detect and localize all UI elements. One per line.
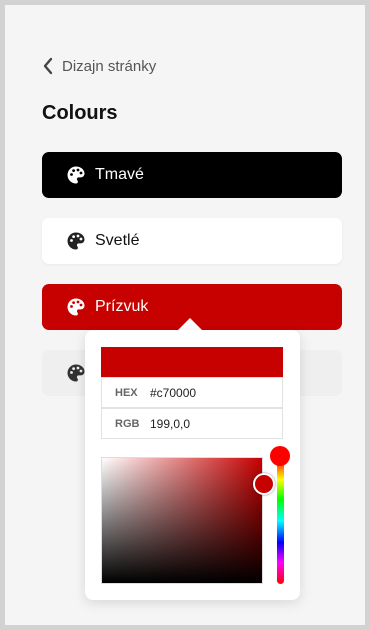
app-frame: Dizajn stránky Colours Tmavé Svetlé Príz… (0, 0, 370, 630)
rgb-label: RGB (115, 417, 140, 430)
saturation-value-handle[interactable] (253, 473, 275, 495)
color-preview-swatch (101, 347, 283, 377)
chevron-left-icon (43, 57, 53, 75)
color-picker-popover: HEX #c70000 RGB 199,0,0 (85, 330, 300, 600)
hex-value[interactable]: #c70000 (150, 386, 196, 400)
rgb-value[interactable]: 199,0,0 (150, 417, 190, 431)
palette-icon (66, 363, 86, 383)
hex-label: HEX (115, 386, 138, 399)
theme-light-button[interactable]: Svetlé (42, 218, 342, 264)
rgb-field[interactable]: RGB 199,0,0 (101, 408, 283, 439)
palette-icon (66, 231, 86, 251)
palette-icon (66, 165, 86, 185)
theme-dark-button[interactable]: Tmavé (42, 152, 342, 198)
hue-slider[interactable] (277, 458, 284, 584)
saturation-value-area[interactable] (101, 457, 263, 584)
page-title: Colours (42, 102, 118, 124)
back-label: Dizajn stránky (62, 57, 157, 75)
palette-icon (66, 297, 86, 317)
theme-accent-label: Prízvuk (95, 298, 149, 315)
theme-light-label: Svetlé (95, 232, 140, 249)
theme-dark-label: Tmavé (95, 166, 144, 183)
value-gradient (102, 458, 262, 583)
back-button[interactable]: Dizajn stránky (42, 57, 156, 75)
hex-field[interactable]: HEX #c70000 (101, 377, 283, 408)
hue-slider-handle[interactable] (270, 446, 290, 466)
